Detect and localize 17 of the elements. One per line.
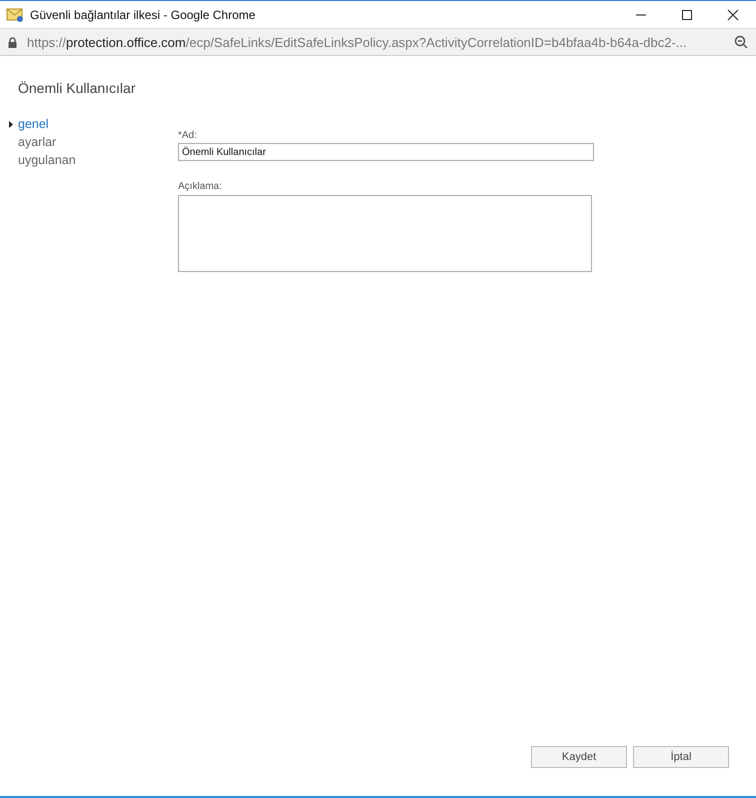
cancel-button[interactable]: İptal	[633, 746, 729, 768]
nav-link[interactable]: genel	[18, 117, 49, 131]
save-button[interactable]: Kaydet	[531, 746, 627, 768]
field-label: *Ad:	[178, 130, 197, 141]
page-heading: Önemli Kullanıcılar	[18, 80, 136, 96]
envelope-icon	[6, 8, 24, 22]
field-label: Açıklama:	[178, 181, 222, 192]
triangle-icon	[9, 121, 13, 128]
lock-icon	[8, 36, 17, 48]
window-title: Güvenli bağlantılar ilkesi - Google Chrome	[30, 8, 256, 22]
maximize-icon	[681, 8, 693, 20]
nav-link[interactable]: uygulanan	[18, 153, 76, 167]
name-field[interactable]: Önemli Kullanıcılar	[178, 143, 594, 161]
zoom-icon[interactable]	[734, 35, 748, 49]
description-field[interactable]	[178, 195, 592, 272]
nav-link[interactable]: ayarlar	[18, 135, 56, 149]
close-icon	[727, 8, 739, 20]
